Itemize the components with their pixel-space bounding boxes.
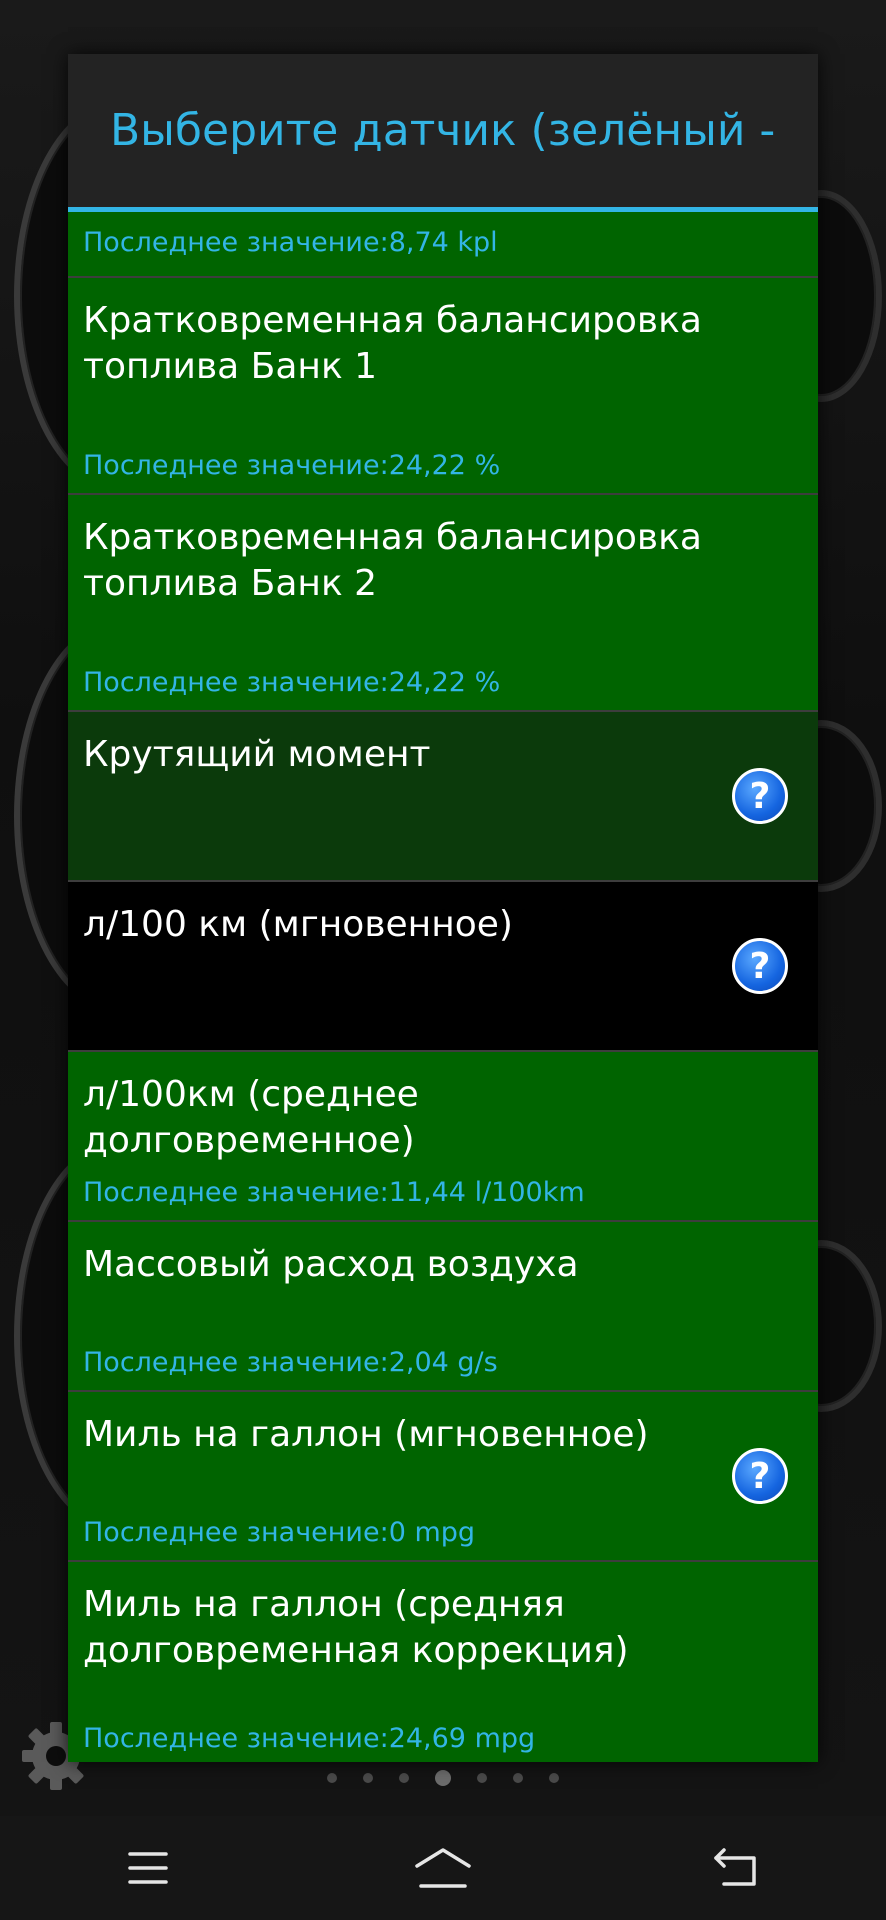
sensor-last-value: Последнее значение:11,44 l/100km: [83, 1177, 585, 1208]
sensor-item[interactable]: Крутящий момент ?: [68, 712, 818, 882]
system-nav-bar: [0, 1816, 886, 1920]
sensor-list[interactable]: Последнее значение:8,74 kpl Кратковремен…: [68, 212, 818, 1762]
sensor-item[interactable]: Кратковременная балансировка топлива Бан…: [68, 495, 818, 712]
page-dot[interactable]: [327, 1773, 337, 1783]
page-dot[interactable]: [399, 1773, 409, 1783]
page-dot[interactable]: [477, 1773, 487, 1783]
sensor-item[interactable]: Кратковременная балансировка топлива Бан…: [68, 278, 818, 495]
sensor-select-dialog: Выберите датчик (зелёный - Последнее зна…: [68, 54, 818, 1762]
sensor-last-value: Последнее значение:0 mpg: [83, 1517, 476, 1548]
menu-icon[interactable]: [103, 1833, 193, 1903]
page-dot-active[interactable]: [435, 1770, 451, 1786]
sensor-item[interactable]: Миль на галлон (мгновенное) ? Последнее …: [68, 1392, 818, 1562]
help-icon[interactable]: ?: [732, 938, 788, 994]
sensor-last-value: Последнее значение:2,04 g/s: [83, 1347, 498, 1378]
sensor-item[interactable]: Массовый расход воздуха Последнее значен…: [68, 1222, 818, 1392]
sensor-last-value: Последнее значение:24,22 %: [83, 450, 501, 481]
sensor-title: л/100км (среднее долговременное): [83, 1074, 419, 1161]
sensor-last-value: Последнее значение:24,69 mpg: [83, 1723, 536, 1754]
sensor-item[interactable]: Миль на галлон (средняя долговременная к…: [68, 1562, 818, 1762]
sensor-item[interactable]: Последнее значение:8,74 kpl: [68, 212, 818, 278]
sensor-title: Кратковременная балансировка топлива Бан…: [83, 300, 702, 387]
page-dot[interactable]: [549, 1773, 559, 1783]
dialog-header: Выберите датчик (зелёный -: [68, 54, 818, 212]
sensor-item[interactable]: л/100 км (мгновенное) ?: [68, 882, 818, 1052]
page-dot[interactable]: [363, 1773, 373, 1783]
help-icon[interactable]: ?: [732, 768, 788, 824]
sensor-title: л/100 км (мгновенное): [83, 904, 513, 945]
page-indicator: [0, 1768, 886, 1788]
sensor-last-value: Последнее значение:24,22 %: [83, 667, 501, 698]
sensor-last-value: Последнее значение:8,74 kpl: [83, 227, 498, 258]
sensor-title: Крутящий момент: [83, 734, 431, 775]
sensor-item[interactable]: л/100км (среднее долговременное) Последн…: [68, 1052, 818, 1222]
dialog-title: Выберите датчик (зелёный -: [110, 105, 776, 156]
page-dot[interactable]: [513, 1773, 523, 1783]
sensor-title: Массовый расход воздуха: [83, 1244, 579, 1285]
sensor-title: Кратковременная балансировка топлива Бан…: [83, 517, 702, 604]
home-icon[interactable]: [398, 1833, 488, 1903]
sensor-title: Миль на галлон (средняя долговременная к…: [83, 1584, 629, 1671]
back-icon[interactable]: [693, 1833, 783, 1903]
help-icon[interactable]: ?: [732, 1448, 788, 1504]
sensor-title: Миль на галлон (мгновенное): [83, 1414, 649, 1455]
